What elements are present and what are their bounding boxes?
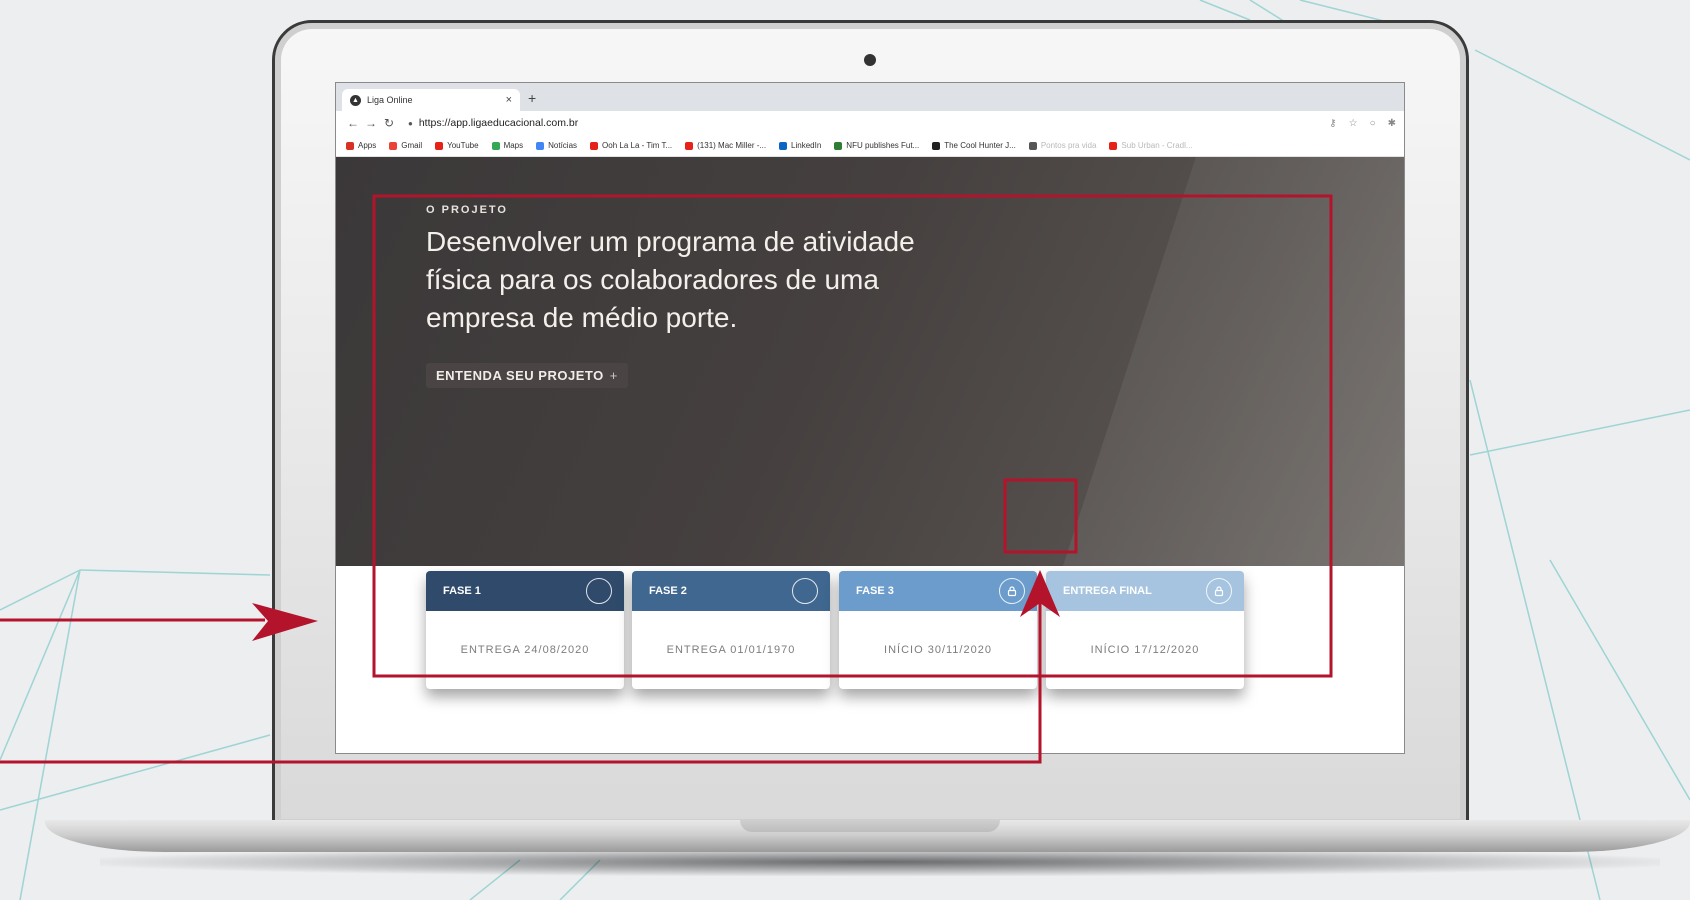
bookmark-favicon-icon (834, 141, 843, 150)
bookmark-label: Notícias (548, 141, 578, 150)
bookmark-item[interactable]: Maps (491, 141, 524, 150)
bookmark-item[interactable]: Apps (346, 141, 376, 150)
camera-icon (864, 54, 876, 66)
browser-tab[interactable]: ▲ Liga Online × (342, 89, 520, 111)
project-headline: Desenvolver um programa de atividade fís… (426, 226, 915, 333)
bookmark-item[interactable]: YouTube (435, 141, 479, 150)
bookmark-label: Apps (358, 141, 377, 150)
extension-icon[interactable]: ○ (1370, 118, 1376, 129)
bookmark-item[interactable]: Ooh La La - Tim T... (590, 141, 672, 150)
key-icon[interactable]: ⚷ (1329, 118, 1336, 129)
bookmark-favicon-icon (389, 141, 398, 150)
puzzle-icon[interactable]: ✱ (1388, 118, 1396, 129)
bookmark-favicon-icon (435, 141, 444, 150)
understand-project-button[interactable]: ENTENDA SEU PROJETO + (426, 363, 628, 388)
phase-card[interactable]: ENTREGA FINAL INÍCIO 17/12/2020 (1046, 571, 1244, 689)
close-icon[interactable]: × (506, 94, 512, 106)
project-hero: O PROJETO Desenvolver um programa de ati… (336, 157, 1404, 566)
bookmark-favicon-icon (491, 141, 500, 150)
phase-title: FASE 1 (443, 585, 481, 597)
phase-title: FASE 2 (649, 585, 687, 597)
bookmark-label: Sub Urban - Cradl... (1121, 141, 1193, 150)
bookmark-favicon-icon (779, 141, 788, 150)
bookmark-item[interactable]: Gmail (389, 141, 422, 150)
angular-icon: ▲ (350, 94, 361, 106)
cta-label: ENTENDA SEU PROJETO (436, 368, 604, 383)
circle-icon (586, 578, 612, 604)
bookmark-label: LinkedIn (791, 141, 822, 150)
laptop-notch (740, 820, 1000, 832)
phase-date: INÍCIO 30/11/2020 (884, 644, 992, 656)
bookmark-favicon-icon (590, 141, 599, 150)
bookmarks-bar: Apps Gmail YouTube Maps Notícias Ooh La La - … (336, 135, 1404, 157)
browser-screen: ▲ Liga Online × + ← → ↻ ● https://app.li… (335, 82, 1405, 754)
bookmark-label: NFU publishes Fut... (846, 141, 920, 150)
address-bar: ← → ↻ ● https://app.ligaeducacional.com.… (336, 111, 1404, 135)
lock-icon (999, 578, 1025, 604)
phase-title: ENTREGA FINAL (1063, 585, 1152, 597)
star-icon[interactable]: ☆ (1349, 118, 1358, 129)
phase-date: ENTREGA 01/01/1970 (666, 644, 796, 656)
tab-title: Liga Online (367, 95, 413, 105)
bookmark-label: YouTube (447, 141, 479, 150)
reload-icon[interactable]: ↻ (380, 116, 398, 130)
bookmark-favicon-icon (536, 141, 545, 150)
phase-card[interactable]: FASE 1 ENTREGA 24/08/2020 (426, 571, 624, 689)
screen-glare (1049, 157, 1404, 566)
bookmark-favicon-icon (346, 141, 354, 150)
bookmark-label: Pontos pra vida (1040, 141, 1097, 150)
bookmark-favicon-icon (1028, 141, 1037, 150)
back-arrow-icon[interactable]: ← (344, 116, 362, 130)
phase-card-header: FASE 3 (839, 571, 1037, 611)
bookmark-item[interactable]: Sub Urban - Cradl... (1109, 141, 1193, 150)
laptop-shadow (100, 848, 1660, 876)
lock-icon (1206, 578, 1232, 604)
bookmark-item[interactable]: The Cool Hunter J... (932, 141, 1016, 150)
section-eyebrow: O PROJETO (426, 204, 508, 216)
plus-icon: + (609, 368, 618, 383)
phase-date: ENTREGA 24/08/2020 (460, 644, 590, 656)
page-content: O PROJETO Desenvolver um programa de ati… (336, 157, 1404, 753)
phase-date: INÍCIO 17/12/2020 (1090, 644, 1200, 656)
bookmark-favicon-icon (1109, 141, 1118, 150)
phase-title: FASE 3 (856, 585, 894, 597)
bookmark-label: Maps (503, 141, 524, 150)
bookmark-label: Gmail (401, 141, 423, 150)
circle-icon (792, 578, 818, 604)
bookmark-item[interactable]: (131) Mac Miller -... (685, 141, 766, 150)
bookmark-item[interactable]: LinkedIn (779, 141, 821, 150)
bookmark-item[interactable]: Notícias (536, 141, 577, 150)
url-text: https://app.ligaeducacional.com.br (418, 117, 579, 129)
bookmark-label: The Cool Hunter J... (944, 141, 1016, 150)
phase-card[interactable]: FASE 3 INÍCIO 30/11/2020 (839, 571, 1037, 689)
phase-card-header: ENTREGA FINAL (1046, 571, 1244, 611)
url-field[interactable]: ● https://app.ligaeducacional.com.br (408, 117, 578, 129)
tab-bar: ▲ Liga Online × + (336, 83, 1404, 111)
phase-card-header: FASE 1 (426, 571, 624, 611)
bookmark-item[interactable]: Pontos pra vida (1028, 141, 1097, 150)
bookmark-label: Ooh La La - Tim T... (602, 141, 673, 150)
bookmark-favicon-icon (685, 141, 694, 150)
bookmark-item[interactable]: NFU publishes Fut... (834, 141, 919, 150)
bookmark-favicon-icon (932, 141, 941, 150)
phase-card-header: FASE 2 (632, 571, 830, 611)
forward-arrow-icon[interactable]: → (362, 116, 380, 130)
lock-icon: ● (408, 118, 413, 128)
bookmark-label: (131) Mac Miller -... (697, 141, 767, 150)
phase-card[interactable]: FASE 2 ENTREGA 01/01/1970 (632, 571, 830, 689)
new-tab-button[interactable]: + (528, 90, 536, 106)
